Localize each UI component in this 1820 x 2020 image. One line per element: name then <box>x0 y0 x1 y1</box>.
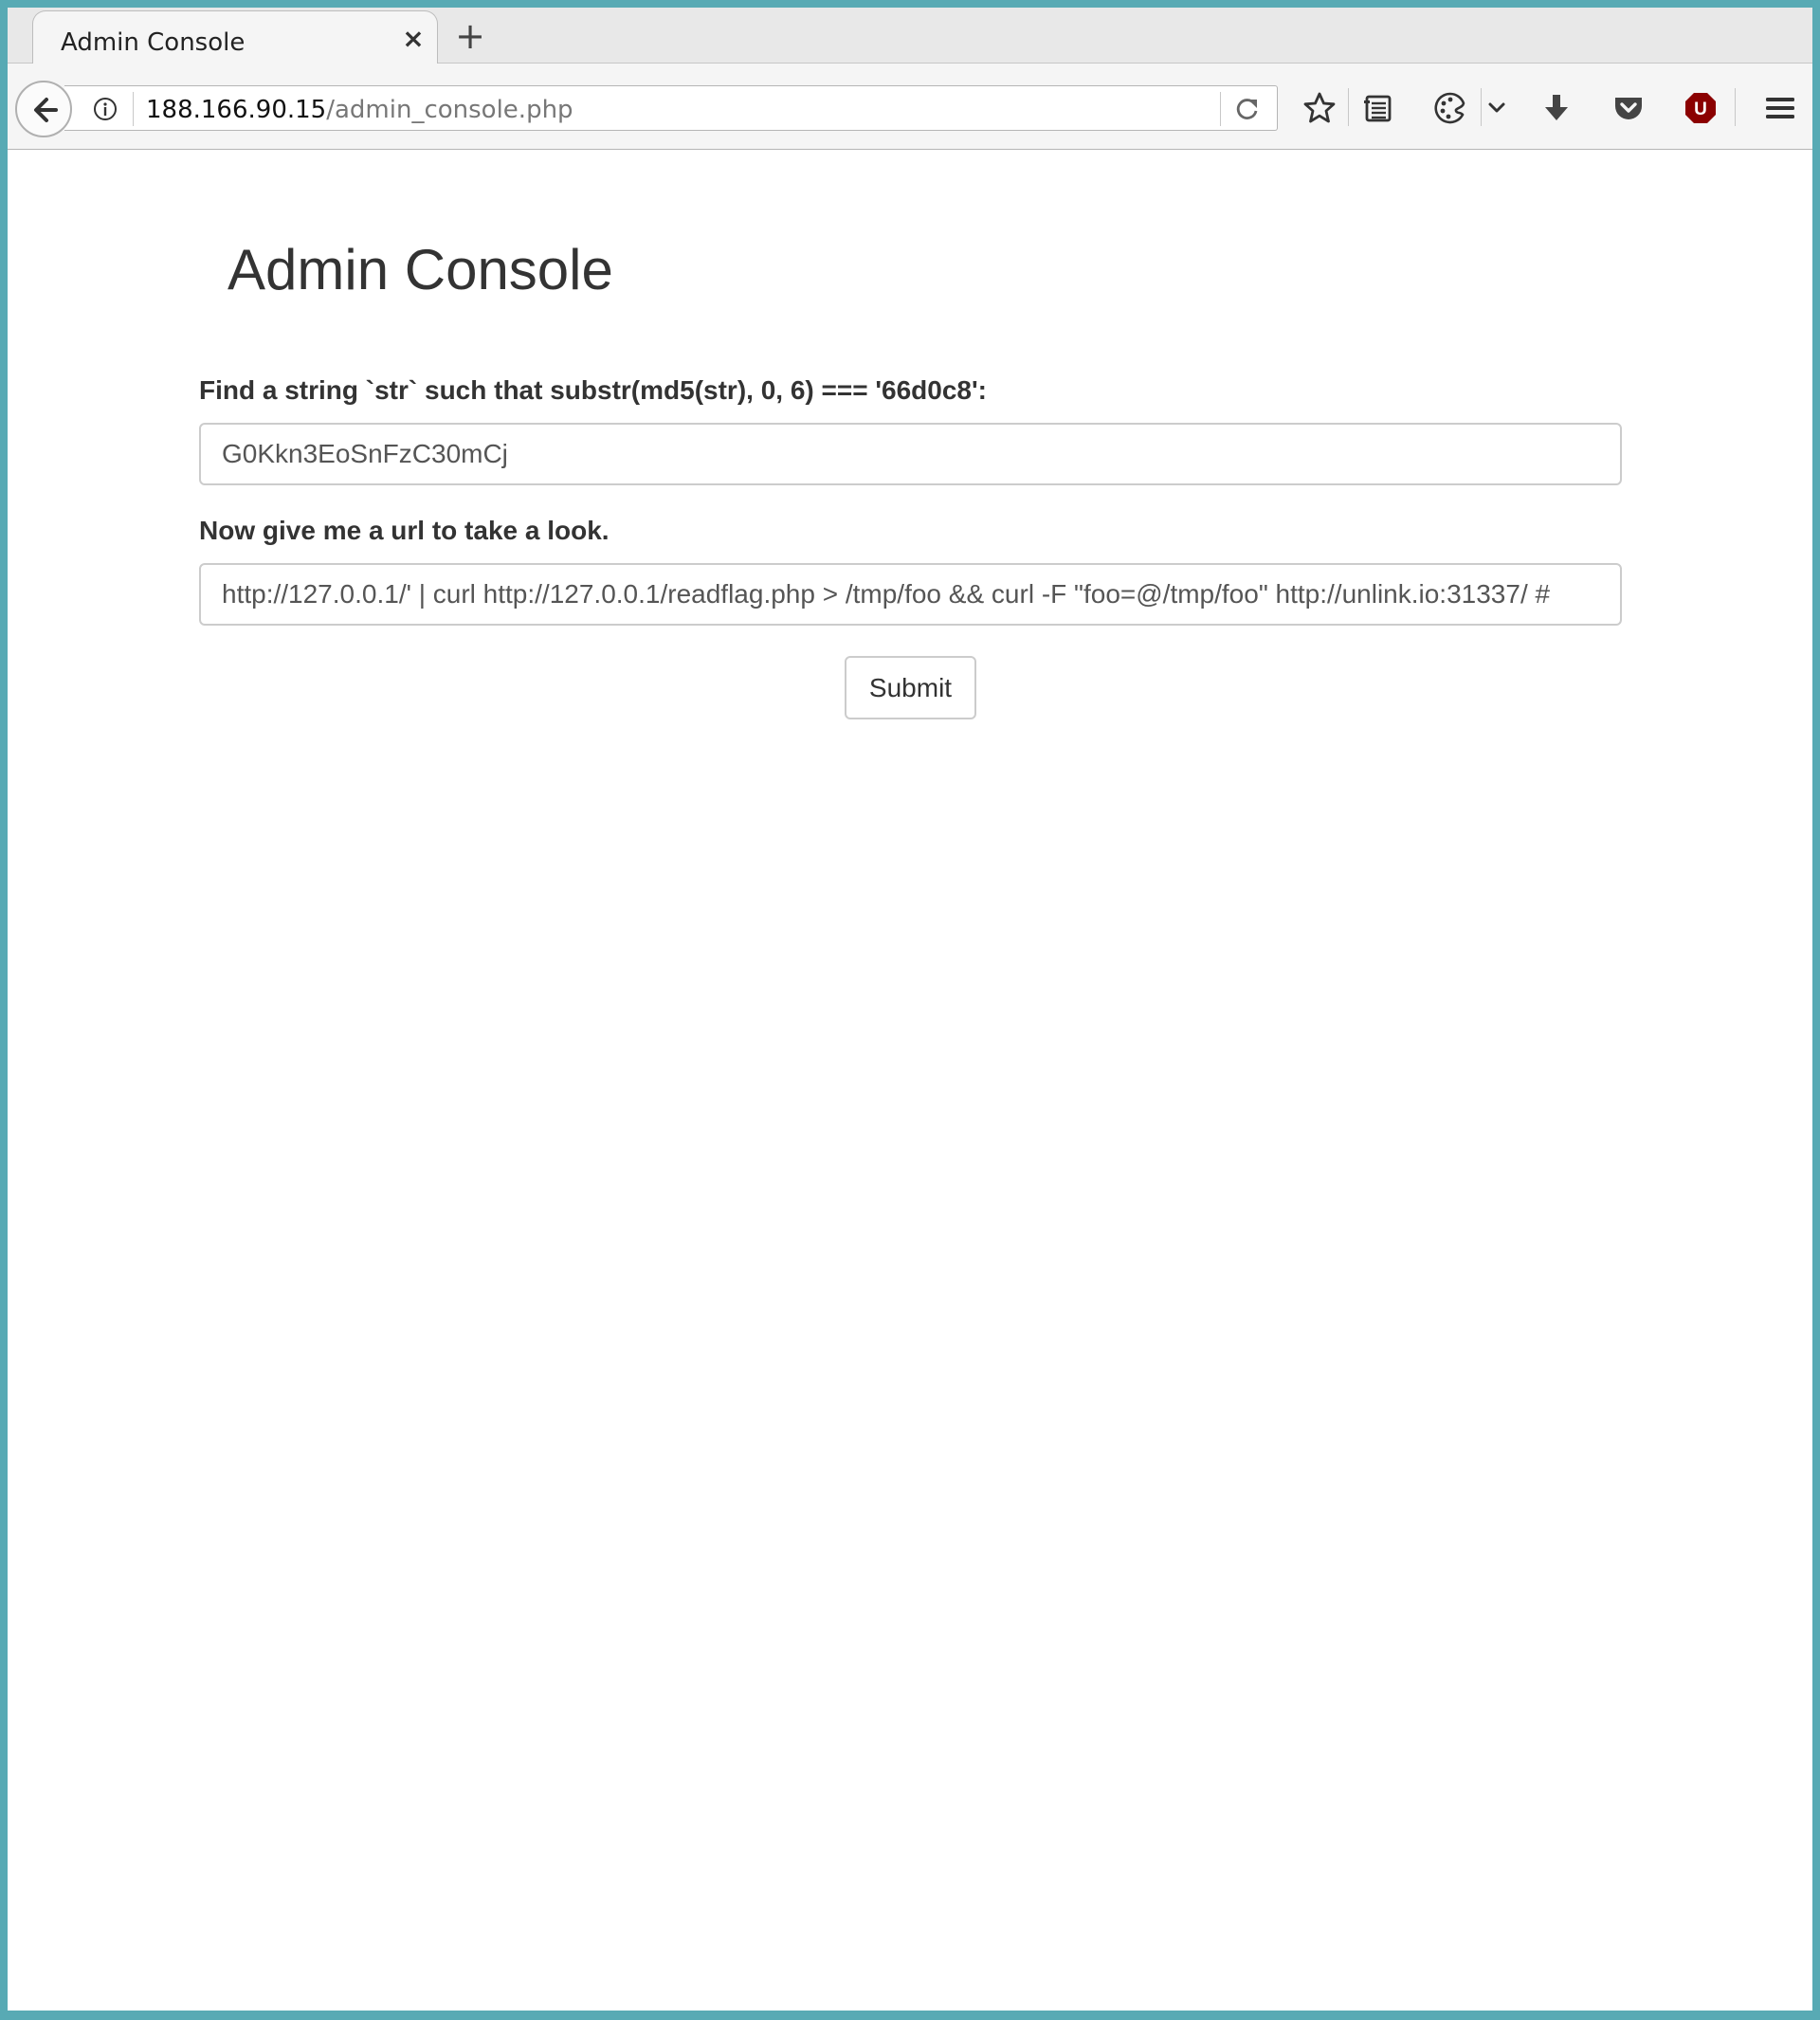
toolbar-divider <box>1735 88 1736 126</box>
new-tab-button[interactable]: + <box>453 18 487 54</box>
reload-divider <box>1220 92 1221 126</box>
ublock-letter: U <box>1694 100 1707 119</box>
str-input[interactable] <box>199 423 1622 485</box>
info-icon[interactable] <box>93 97 118 121</box>
page-title: Admin Console <box>228 238 613 301</box>
url-bar[interactable]: 188.166.90.15/admin_console.php <box>64 85 1278 131</box>
reader-view-icon[interactable] <box>1359 89 1397 127</box>
close-icon[interactable]: × <box>399 25 428 53</box>
chevron-down-icon[interactable] <box>1483 89 1511 127</box>
page-content: Admin Console Find a string `str` such t… <box>8 150 1812 2011</box>
url-text[interactable]: 188.166.90.15/admin_console.php <box>146 96 573 124</box>
url-input[interactable] <box>199 563 1622 626</box>
ublock-icon[interactable]: U <box>1682 89 1720 127</box>
toolbar-divider <box>1481 88 1482 126</box>
tab-strip: Admin Console × + <box>8 8 1812 64</box>
tab-title: Admin Console <box>61 28 246 57</box>
theme-palette-icon[interactable] <box>1431 89 1469 127</box>
url-path: /admin_console.php <box>326 96 573 124</box>
url-host: 188.166.90.15 <box>146 96 327 124</box>
toolbar-divider <box>1348 88 1349 126</box>
tab-admin-console[interactable]: Admin Console × <box>32 10 438 64</box>
browser-window: Admin Console × + 188.166.90.15/admin_co… <box>8 8 1812 2011</box>
bookmark-star-icon[interactable] <box>1301 89 1338 127</box>
submit-button[interactable]: Submit <box>845 656 976 719</box>
url-field-label: Now give me a url to take a look. <box>199 516 610 545</box>
download-icon[interactable] <box>1538 89 1575 127</box>
pocket-icon[interactable] <box>1610 89 1647 127</box>
back-button[interactable] <box>15 81 72 137</box>
str-field-label: Find a string `str` such that substr(md5… <box>199 375 987 405</box>
back-arrow-icon <box>34 98 58 122</box>
reload-icon[interactable] <box>1233 95 1262 123</box>
hamburger-menu-icon[interactable] <box>1761 89 1799 127</box>
url-divider <box>133 92 134 126</box>
navigation-toolbar: 188.166.90.15/admin_console.php U <box>8 64 1812 150</box>
